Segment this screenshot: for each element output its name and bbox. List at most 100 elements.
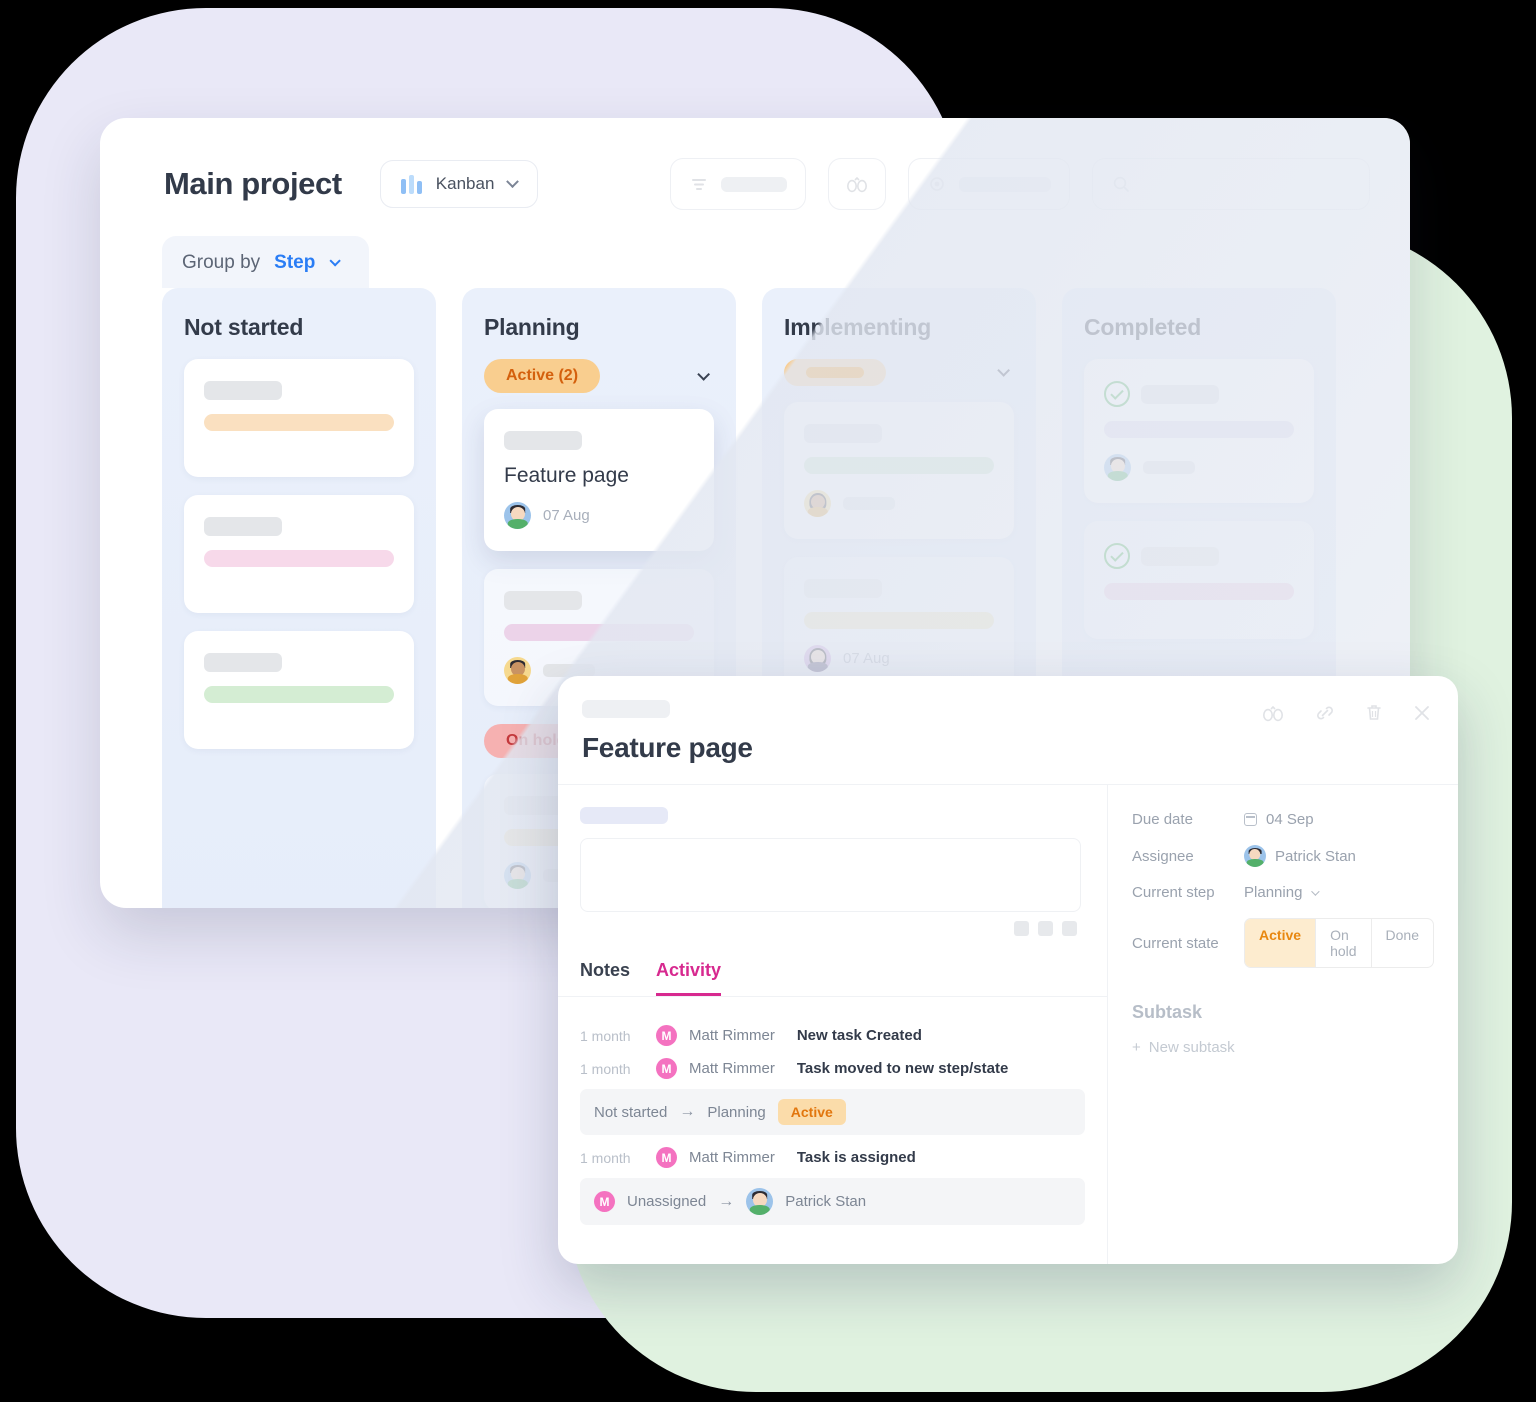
activity-user: Matt Rimmer — [689, 1027, 775, 1044]
avatar: M — [594, 1191, 615, 1212]
check-circle-icon — [1104, 543, 1130, 569]
task-card-feature-page[interactable]: Feature page 07 Aug — [484, 409, 714, 551]
modal-action-bar — [1260, 702, 1432, 724]
transition-from: Not started — [594, 1103, 668, 1121]
chevron-down-icon[interactable] — [997, 364, 1010, 377]
due-date-value: 04 Sep — [1266, 811, 1314, 828]
search-field[interactable] — [1092, 158, 1370, 210]
search-icon — [1113, 176, 1129, 192]
modal-left-pane: Notes Activity 1 month M Matt Rimmer New… — [558, 785, 1109, 1264]
task-card[interactable] — [184, 631, 414, 749]
card-title-skeleton — [204, 517, 282, 536]
filter-icon — [692, 179, 706, 190]
binoculars-icon — [847, 176, 867, 193]
tab-notes[interactable]: Notes — [580, 960, 630, 996]
binoculars-icon[interactable] — [1260, 703, 1286, 723]
modal-body: Notes Activity 1 month M Matt Rimmer New… — [558, 785, 1458, 1264]
field-value[interactable]: 04 Sep — [1244, 811, 1314, 828]
modal-right-pane: Due date 04 Sep Assignee Patrick Stan Cu… — [1108, 785, 1458, 1264]
calendar-icon — [1244, 813, 1258, 826]
visibility-button[interactable] — [908, 158, 1070, 210]
avatar: M — [656, 1058, 677, 1079]
modal-breadcrumb-skeleton — [582, 700, 670, 718]
chevron-down-icon — [506, 174, 520, 188]
field-current-step: Current step Planning — [1132, 884, 1434, 901]
activity-transition: M Unassigned → Patrick Stan — [580, 1178, 1086, 1225]
editor-tool-icon[interactable] — [1062, 921, 1078, 936]
arrow-right-icon: → — [718, 1192, 735, 1210]
card-tag-bar — [1104, 583, 1294, 600]
chevron-down-icon[interactable] — [697, 367, 710, 381]
task-card[interactable] — [1084, 359, 1314, 503]
editor-tool-icon[interactable] — [1038, 921, 1054, 936]
card-title-skeleton — [1141, 546, 1219, 566]
link-icon[interactable] — [1314, 702, 1336, 724]
task-card[interactable]: 07 Aug — [784, 557, 1014, 694]
eye-icon — [930, 177, 944, 191]
task-card[interactable] — [1084, 521, 1314, 639]
card-title-skeleton — [1141, 384, 1219, 404]
state-option-on-hold[interactable]: On hold — [1316, 919, 1372, 967]
card-tag-bar — [504, 624, 694, 641]
field-label: Due date — [1132, 811, 1193, 828]
description-textarea[interactable] — [580, 838, 1082, 912]
card-tag-bar — [204, 686, 394, 703]
field-value[interactable]: Patrick Stan — [1244, 845, 1356, 867]
column-status-group — [784, 359, 1014, 386]
task-card[interactable] — [784, 402, 1014, 539]
tab-activity[interactable]: Activity — [656, 960, 722, 996]
card-title: Feature page — [504, 464, 629, 487]
field-label: Current state — [1132, 934, 1219, 952]
activity-text: New task Created — [796, 1027, 922, 1044]
task-card[interactable] — [184, 359, 414, 477]
task-card[interactable] — [184, 495, 414, 613]
chevron-down-icon — [329, 255, 342, 267]
activity-feed: 1 month M Matt Rimmer New task Created 1… — [558, 997, 1107, 1247]
avatar — [746, 1188, 774, 1215]
activity-user: Matt Rimmer — [689, 1149, 775, 1166]
close-icon[interactable] — [1412, 703, 1432, 723]
card-title-skeleton — [804, 424, 882, 443]
activity-user: Matt Rimmer — [689, 1060, 775, 1077]
chevron-down-icon — [1311, 886, 1321, 896]
check-circle-icon — [1104, 381, 1130, 407]
field-current-state: Current state Active On hold Done — [1132, 918, 1434, 968]
card-date-skeleton — [843, 497, 895, 510]
card-footer — [1104, 454, 1294, 481]
card-footer: 07 Aug — [804, 645, 994, 672]
status-badge-skeleton[interactable] — [784, 359, 886, 386]
modal-title: Feature page — [582, 732, 753, 763]
view-selector[interactable]: Kanban — [379, 160, 539, 208]
status-badge-active[interactable]: Active (2) — [484, 359, 601, 393]
field-label: Assignee — [1132, 847, 1194, 865]
new-subtask-button[interactable]: + New subtask — [1132, 1039, 1434, 1056]
avatar — [504, 502, 531, 529]
editor-tool-icon[interactable] — [1014, 921, 1030, 936]
card-date: 07 Aug — [843, 650, 890, 667]
card-title-skeleton — [504, 431, 582, 450]
description-label-skeleton — [580, 807, 668, 824]
description-section — [558, 785, 1107, 944]
group-by-control[interactable]: Group by Step — [162, 236, 370, 288]
activity-item: 1 month M Matt Rimmer New task Created — [580, 1025, 1085, 1046]
activity-text: Task moved to new step/state — [796, 1060, 1009, 1077]
card-header — [1104, 381, 1294, 407]
activity-time: 1 month — [580, 1027, 631, 1044]
card-header — [1104, 543, 1294, 569]
column-title: Implementing — [784, 314, 932, 340]
task-detail-modal: Feature page Notes Activity 1 month M Ma… — [558, 676, 1458, 1264]
card-date-skeleton — [1143, 461, 1195, 474]
field-value[interactable]: Planning — [1244, 884, 1321, 901]
card-title-skeleton — [204, 653, 282, 672]
watch-button[interactable] — [828, 158, 886, 210]
card-title-skeleton — [504, 591, 582, 610]
filter-button[interactable] — [670, 158, 806, 210]
trash-icon[interactable] — [1364, 702, 1384, 724]
card-footer: 07 Aug — [504, 502, 694, 529]
field-due-date: Due date 04 Sep — [1132, 811, 1434, 828]
card-tag-bar — [1104, 421, 1294, 438]
activity-time: 1 month — [580, 1149, 631, 1166]
state-option-done[interactable]: Done — [1372, 919, 1433, 967]
state-option-active[interactable]: Active — [1245, 919, 1317, 967]
field-label: Current step — [1132, 884, 1215, 901]
